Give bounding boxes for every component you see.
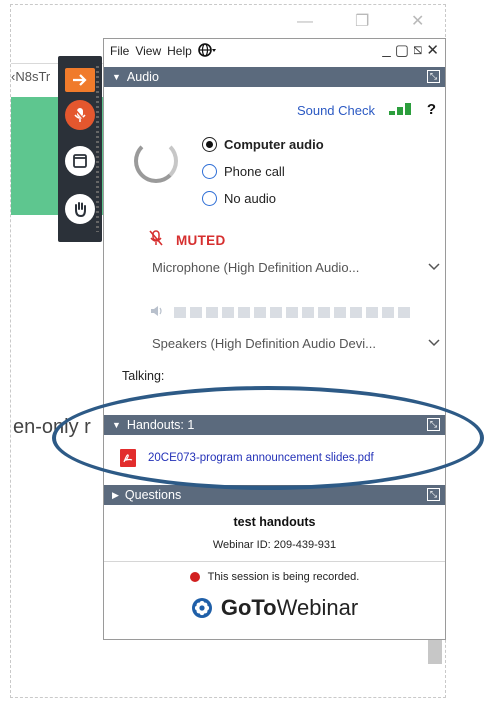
menu-bar: File View Help _ ▢ ⧅ ✕ [104,39,445,63]
close-icon[interactable]: ✕ [411,14,424,30]
close-icon[interactable]: ✕ [426,41,439,59]
muted-label: MUTED [176,232,226,248]
microphone-icon[interactable] [65,100,95,130]
level-block [286,307,298,318]
muted-microphone-icon[interactable] [148,229,164,251]
gotowebinar-flower-icon [191,597,213,619]
audio-section-header[interactable]: ▼ Audio ⤡ [104,67,445,87]
questions-header-label: Questions [124,488,182,502]
level-block [318,307,330,318]
microphone-select-value: Microphone (High Definition Audio... [152,259,360,275]
level-block [174,307,186,318]
background-titlebar: — ❐ ✕ [11,5,445,39]
popout-icon[interactable]: ⧅ [413,41,423,59]
recording-status: This session is being recorded. [104,571,445,583]
radio-button[interactable] [202,191,217,206]
handout-file-link[interactable]: 20CE073-program announcement slides.pdf [148,452,374,464]
microphone-select[interactable]: Microphone (High Definition Audio... [152,255,440,279]
radio-label: Phone call [224,164,285,179]
level-block [382,307,394,318]
level-block [350,307,362,318]
level-block [206,307,218,318]
brand-webinar: Webinar [276,595,359,620]
minimize-icon[interactable]: — [297,14,313,30]
chevron-down-icon[interactable] [428,260,440,274]
handout-item[interactable]: 20CE073-program announcement slides.pdf [120,449,374,467]
radio-computer-audio[interactable]: Computer audio [202,137,324,152]
sound-check-link[interactable]: Sound Check [297,103,375,118]
recording-text: This session is being recorded. [207,571,360,583]
collapse-triangle-icon[interactable]: ▼ [112,420,121,430]
arrow-right-icon[interactable] [65,68,95,92]
level-block [302,307,314,318]
dock-drag-handle[interactable] [96,66,99,232]
audio-help-button[interactable]: ? [427,101,436,118]
collapse-triangle-icon[interactable]: ▼ [112,72,121,82]
brand-goto: GoTo [220,595,277,620]
expand-triangle-icon[interactable]: ▶ [112,490,119,501]
background-text-top: ‹N8sTr [11,69,51,84]
level-block [398,307,410,318]
control-dock [58,56,102,242]
questions-section-header[interactable]: ▶ Questions ⤡ [104,485,445,505]
menu-view[interactable]: View [135,44,161,58]
speaker-level-meter [150,305,410,320]
mute-status[interactable]: MUTED [148,229,226,251]
pdf-file-icon [120,449,136,467]
popout-icon[interactable]: ⤡ [427,488,440,501]
signal-bars-icon [389,103,411,115]
recording-dot-icon [189,572,200,582]
speakers-select[interactable]: Speakers (High Definition Audio Devi... [152,331,440,355]
restore-icon[interactable]: ▢ [395,41,409,59]
raise-hand-icon[interactable] [65,194,95,224]
speaker-volume-icon [150,305,164,320]
scrollbar-thumb[interactable] [428,640,442,664]
menu-file[interactable]: File [110,44,129,58]
audio-spinner-icon [134,139,178,183]
radio-button[interactable] [202,137,217,152]
globe-icon[interactable] [198,42,216,60]
maximize-icon[interactable]: ❐ [355,14,369,30]
webinar-title: test handouts [233,515,316,529]
radio-button[interactable] [202,164,217,179]
chevron-down-icon[interactable] [428,336,440,350]
speakers-select-value: Speakers (High Definition Audio Devi... [152,335,377,351]
screen-icon[interactable] [65,146,95,176]
handouts-section-header[interactable]: ▼ Handouts: 1 ⤡ [104,415,445,435]
level-block [222,307,234,318]
minimize-icon[interactable]: _ [382,41,390,59]
menu-help[interactable]: Help [167,44,192,58]
gotowebinar-logo: GoTo Webinar [104,595,445,621]
gotowebinar-control-panel: File View Help _ ▢ ⧅ ✕ ▼ Audio ⤡ Sound C… [103,38,446,640]
level-block [334,307,346,318]
divider [104,561,445,562]
level-block [238,307,250,318]
radio-phone-call[interactable]: Phone call [202,164,285,179]
level-block [254,307,266,318]
radio-label: No audio [224,191,277,206]
talking-label: Talking: [122,369,165,383]
level-block [270,307,282,318]
popout-icon[interactable]: ⤡ [427,418,440,431]
audio-header-label: Audio [126,70,159,84]
radio-no-audio[interactable]: No audio [202,191,276,206]
handouts-header-label: Handouts: 1 [126,418,195,432]
background-text-mid: en-only r [13,416,91,438]
level-block [366,307,378,318]
radio-label: Computer audio [224,137,324,152]
panel-window-controls: _ ▢ ⧅ ✕ [382,41,439,59]
webinar-id: Webinar ID: 209-439-931 [212,539,337,551]
level-block [190,307,202,318]
popout-icon[interactable]: ⤡ [427,70,440,83]
